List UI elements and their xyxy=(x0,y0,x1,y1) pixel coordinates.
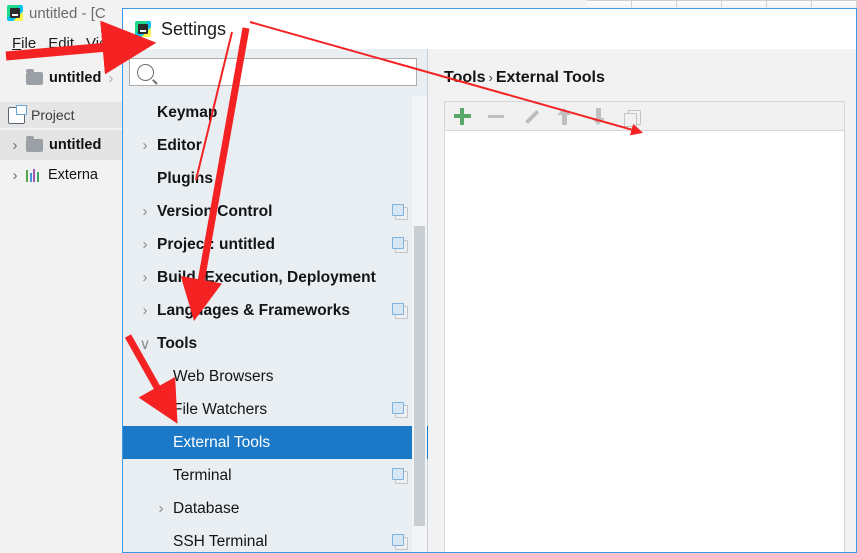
move-up-button[interactable] xyxy=(547,102,581,130)
tree-item-label: Plugins xyxy=(157,169,213,187)
project-tree-row-external-libraries[interactable]: › Externa xyxy=(0,160,122,190)
project-scope-icon xyxy=(392,303,408,319)
project-tool-window-header[interactable]: Project xyxy=(0,102,122,128)
external-libraries-icon xyxy=(26,168,42,182)
tree-item-terminal[interactable]: Terminal xyxy=(123,459,428,492)
chevron-right-icon[interactable]: › xyxy=(137,302,153,319)
chevron-right-icon[interactable]: › xyxy=(153,500,169,517)
tree-item-tools[interactable]: ∨ Tools xyxy=(123,327,428,360)
breadcrumb-parent: Tools xyxy=(444,69,486,86)
copy-button[interactable] xyxy=(615,102,649,130)
tree-item-label: Project: untitled xyxy=(157,235,275,253)
search-icon xyxy=(137,63,154,81)
tree-item-label: Version Control xyxy=(157,202,273,220)
search-input[interactable] xyxy=(154,59,416,85)
tree-item-build-execution-deployment[interactable]: › Build, Execution, Deployment xyxy=(123,261,428,294)
chevron-right-icon[interactable]: › xyxy=(8,167,22,184)
breadcrumb-separator-icon: › xyxy=(488,70,493,85)
tree-item-label: Tools xyxy=(157,334,198,352)
project-tree-row-label: untitled xyxy=(49,137,102,153)
tree-item-label: External Tools xyxy=(173,433,271,451)
chevron-right-icon[interactable]: › xyxy=(137,269,153,286)
add-button[interactable] xyxy=(445,102,479,130)
project-scope-icon xyxy=(392,402,408,418)
tree-item-label: Web Browsers xyxy=(173,367,274,385)
tree-item-editor[interactable]: › Editor xyxy=(123,129,428,162)
tree-item-plugins[interactable]: Plugins xyxy=(123,162,428,195)
tree-item-label: Terminal xyxy=(173,466,232,484)
settings-category-tree-pane: Keymap › Editor Plugins › Version Contro… xyxy=(123,49,428,552)
move-down-button[interactable] xyxy=(581,102,615,130)
tree-item-label: SSH Terminal xyxy=(173,532,268,550)
project-tool-window-icon xyxy=(8,104,27,124)
ide-navigation-bar[interactable]: untitled › xyxy=(0,62,122,94)
pencil-icon xyxy=(522,108,539,125)
arrow-up-icon xyxy=(557,107,571,125)
menu-file[interactable]: File xyxy=(12,35,36,52)
tree-item-label: Keymap xyxy=(157,103,218,121)
tree-item-keymap[interactable]: Keymap xyxy=(123,96,428,129)
folder-icon xyxy=(26,135,43,152)
ide-window-title: untitled - [C xyxy=(29,4,106,22)
remove-button[interactable] xyxy=(479,102,513,130)
menu-view-mnemonic: V xyxy=(86,34,96,52)
external-tools-list[interactable] xyxy=(444,131,845,552)
tree-item-label: Languages & Frameworks xyxy=(157,301,350,319)
settings-content-pane: Tools › External Tools xyxy=(428,49,856,552)
project-scope-icon xyxy=(392,204,408,220)
tree-item-label: Database xyxy=(173,499,240,517)
chevron-right-icon[interactable]: › xyxy=(8,137,22,154)
menu-file-rest: ile xyxy=(21,34,37,52)
copy-icon xyxy=(623,108,641,127)
chevron-right-icon[interactable]: › xyxy=(137,203,153,220)
tree-item-languages-frameworks[interactable]: › Languages & Frameworks xyxy=(123,294,428,327)
arrow-down-icon xyxy=(591,107,605,125)
plus-icon xyxy=(453,107,471,125)
menu-edit-rest: dit xyxy=(58,34,75,52)
project-scope-icon xyxy=(392,468,408,484)
settings-category-tree: Keymap › Editor Plugins › Version Contro… xyxy=(123,96,428,552)
tree-item-web-browsers[interactable]: Web Browsers xyxy=(123,360,428,393)
edit-button[interactable] xyxy=(513,102,547,130)
project-tree-row-untitled[interactable]: › untitled xyxy=(0,130,122,160)
settings-dialog: Settings Keymap › Editor Plugins › Versi… xyxy=(122,8,857,553)
pycharm-logo-icon xyxy=(7,5,23,21)
tree-item-database[interactable]: › Database xyxy=(123,492,428,525)
external-tools-toolbar xyxy=(444,101,845,131)
menu-edit[interactable]: Edit xyxy=(48,35,74,52)
folder-icon xyxy=(26,68,43,85)
nav-bar-project-label: untitled xyxy=(49,70,102,86)
project-scope-icon xyxy=(392,534,408,550)
tree-scrollbar[interactable] xyxy=(412,96,427,552)
chevron-down-icon[interactable]: ∨ xyxy=(137,335,153,353)
tree-item-label: Editor xyxy=(157,136,202,154)
tree-item-file-watchers[interactable]: File Watchers xyxy=(123,393,428,426)
breadcrumb-current: External Tools xyxy=(495,69,605,86)
settings-dialog-title-bar: Settings xyxy=(123,9,856,49)
menu-view-rest: ie xyxy=(95,34,108,52)
menu-file-mnemonic: F xyxy=(12,34,22,52)
settings-search-box[interactable] xyxy=(129,58,417,86)
project-tree-row-label: Externa xyxy=(48,167,98,183)
ide-menu-bar: File Edit Vie xyxy=(0,30,107,56)
tree-item-ssh-terminal[interactable]: SSH Terminal xyxy=(123,525,428,552)
tree-item-version-control[interactable]: › Version Control xyxy=(123,195,428,228)
chevron-right-icon[interactable]: › xyxy=(137,236,153,253)
chevron-right-icon[interactable]: › xyxy=(137,137,153,154)
project-scope-icon xyxy=(392,237,408,253)
tree-item-label: Build, Execution, Deployment xyxy=(157,268,376,286)
menu-edit-mnemonic: E xyxy=(48,34,59,52)
minus-icon xyxy=(488,114,504,118)
settings-dialog-title: Settings xyxy=(161,18,227,39)
tree-scrollbar-thumb[interactable] xyxy=(414,226,425,526)
tree-item-external-tools[interactable]: External Tools xyxy=(123,426,428,459)
tree-item-label: File Watchers xyxy=(173,400,268,418)
project-tool-window-label: Project xyxy=(31,107,75,123)
pycharm-logo-icon xyxy=(135,21,151,37)
menu-view[interactable]: Vie xyxy=(86,35,107,52)
chevron-right-icon: › xyxy=(108,69,114,87)
content-breadcrumb: Tools › External Tools xyxy=(444,69,605,87)
settings-dialog-body: Keymap › Editor Plugins › Version Contro… xyxy=(123,49,856,552)
tree-item-project-untitled[interactable]: › Project: untitled xyxy=(123,228,428,261)
